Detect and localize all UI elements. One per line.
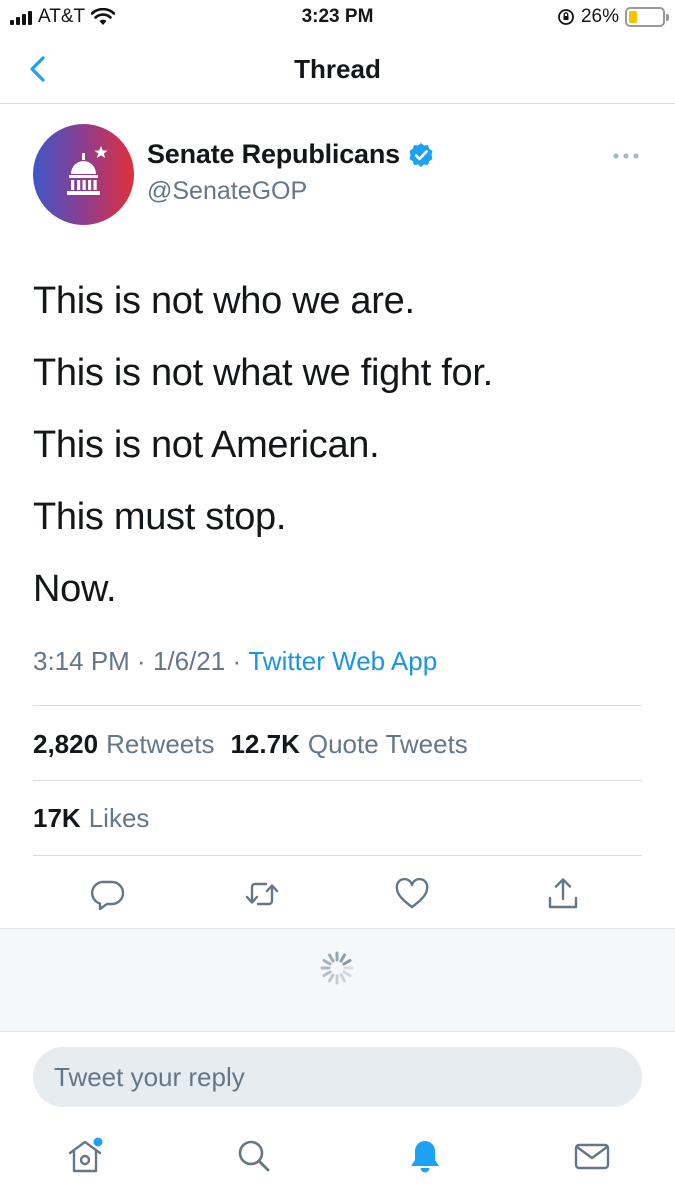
tab-bar [0,1124,675,1200]
tweet-date: 1/6/21 [152,646,226,676]
engagement-row: 2,820 Retweets 12.7K Quote Tweets [33,729,484,760]
battery-icon [625,7,669,27]
spinner-spoke [322,970,332,977]
spinner-spoke [328,973,335,983]
verified-badge-icon [409,142,433,167]
author-name-row: Senate Republicans [147,139,434,170]
tweet-time: 3:14 PM [33,646,130,676]
likes-label[interactable]: Likes [89,803,150,834]
author-handle[interactable]: @SenateGOP [147,177,307,206]
meta-separator: · [129,646,153,676]
battery-fill [629,11,638,23]
notifications-icon[interactable] [405,1136,445,1176]
status-bar: AT&T 3:23 PM 26% [0,0,675,36]
tweet-text: This is not who we are. This is not what… [33,265,643,625]
carrier-label: AT&T [38,6,86,27]
home-icon[interactable] [65,1136,105,1176]
tweet-line: This must stop. [33,496,287,538]
status-right: 26% [557,6,669,28]
spinner-spoke [342,959,352,966]
spinner-spoke [342,970,352,977]
divider [33,855,642,856]
spinner-spoke [339,953,346,963]
divider [33,705,642,706]
likes-row: 17K Likes [33,803,165,834]
likes-count[interactable]: 17K [33,803,81,834]
tweet-line: Now. [33,568,117,610]
loading-section [0,928,675,1032]
spinner-spoke [339,973,346,983]
author-name[interactable]: Senate Republicans [147,139,400,170]
tweet-line: This is not who we are. [33,280,415,322]
quote-tweets-count[interactable]: 12.7K [230,729,299,760]
page-title: Thread [294,54,381,84]
divider [33,780,642,781]
more-options-icon[interactable] [611,146,641,166]
signal-icon [10,9,32,25]
retweets-label[interactable]: Retweets [106,729,214,760]
quote-tweets-label[interactable]: Quote Tweets [308,729,468,760]
retweet-icon[interactable] [244,876,280,912]
reply-input[interactable]: Tweet your reply [33,1047,642,1107]
battery-percent: 26% [580,6,619,27]
orientation-lock-icon [558,9,574,25]
reply-placeholder: Tweet your reply [54,1061,245,1092]
status-left: AT&T [10,6,116,28]
wifi-icon [91,8,116,25]
like-icon[interactable] [394,876,430,912]
retweets-count[interactable]: 2,820 [33,729,98,760]
meta-separator: · [225,646,249,676]
tweet-meta: 3:14 PM · 1/6/21 · Twitter Web App [33,646,437,677]
messages-icon[interactable] [572,1136,612,1176]
tweet-source-link[interactable]: Twitter Web App [248,646,437,677]
nav-header: Thread [0,36,675,104]
search-icon[interactable] [234,1136,274,1176]
spinner-spoke [328,953,335,963]
tweet-line: This is not what we fight for. [33,352,493,394]
share-icon[interactable] [545,876,581,912]
reply-icon[interactable] [90,876,126,912]
spinner-spoke [322,959,332,966]
capitol-dome-icon [67,146,108,195]
tweet-actions [0,868,675,926]
tweet-line: This is not American. [33,424,380,466]
avatar[interactable] [33,124,134,225]
loading-spinner-icon [320,951,354,985]
